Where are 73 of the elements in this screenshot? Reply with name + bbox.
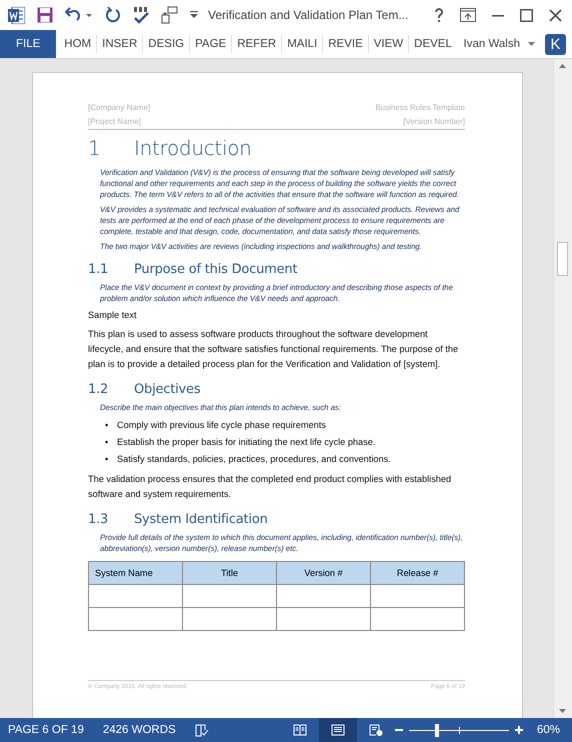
table-cell[interactable]: [276, 608, 370, 630]
header-field: Business Rules Template: [375, 101, 465, 115]
heading-text: Objectives: [134, 382, 200, 397]
ribbon-tab[interactable]: DEVEL: [408, 35, 457, 53]
zoom-level[interactable]: 60%: [536, 724, 560, 736]
proofing-book-icon[interactable]: [194, 724, 209, 736]
word-count[interactable]: 2426 WORDS: [102, 724, 176, 736]
ribbon-tab[interactable]: DESIG: [142, 35, 190, 53]
scrollbar[interactable]: [553, 59, 572, 718]
column-header: System Name: [88, 562, 182, 584]
redo-icon[interactable]: [105, 7, 121, 23]
window-title: Verification and Validation Plan Tem...: [208, 8, 410, 22]
heading-number: 1.2: [88, 382, 110, 397]
header-field: [Project Name]: [88, 115, 141, 129]
body-paragraph: Sample text: [88, 309, 138, 322]
zoom-out-icon[interactable]: [394, 726, 403, 734]
file-tab[interactable]: FILE: [0, 30, 56, 58]
ribbon-tab[interactable]: REFER: [231, 35, 282, 53]
touch-mode-icon[interactable]: [161, 6, 178, 24]
dropdown-caret-icon[interactable]: [528, 42, 535, 46]
table-cell[interactable]: [182, 608, 276, 630]
header-field: [Company Name]: [88, 101, 150, 115]
maximize-icon[interactable]: [520, 8, 533, 22]
column-header: Title: [182, 562, 276, 584]
customize-caret-icon[interactable]: [190, 11, 198, 19]
ribbon-tab[interactable]: HOM: [59, 35, 96, 53]
heading-number: 1.3: [88, 512, 110, 527]
user-avatar[interactable]: K: [545, 34, 566, 54]
view-button[interactable]: [318, 718, 357, 742]
bullet-item: Establish the proper basis for initiating the next life cycle phase.: [117, 436, 376, 448]
table-cell[interactable]: [88, 608, 182, 630]
bullet-item: Comply with previous life cycle phase requirements: [117, 419, 326, 431]
column-header: Version #: [276, 562, 370, 584]
bullet-marker: •: [105, 453, 110, 465]
heading-text: Purpose of this Document: [134, 262, 298, 277]
table-cell[interactable]: [370, 584, 464, 608]
read-mode-icon: [292, 724, 307, 736]
column-header: Release #: [370, 562, 464, 584]
scroll-down-icon[interactable]: [559, 709, 566, 713]
user-name[interactable]: Ivan Walsh: [458, 38, 520, 50]
table-cell[interactable]: [276, 584, 370, 608]
close-icon[interactable]: [549, 8, 562, 22]
web-layout-icon: [368, 724, 383, 736]
zoom-in-icon[interactable]: [514, 726, 523, 734]
zoom-thumb[interactable]: [434, 724, 439, 736]
table-cell[interactable]: [370, 608, 464, 630]
save-icon[interactable]: [37, 7, 53, 23]
ribbon-tab[interactable]: REVIE: [322, 35, 368, 53]
bullet-item: Satisfy standards, policies, practices, procedures, and conventions.: [117, 453, 391, 465]
ribbon-tab[interactable]: MAILI: [281, 35, 322, 53]
table-cell[interactable]: [88, 584, 182, 608]
word-logo-icon[interactable]: [8, 6, 25, 24]
scroll-up-icon[interactable]: [559, 64, 566, 68]
heading-number: 1.1: [88, 262, 110, 277]
bullet-marker: •: [105, 419, 110, 431]
body-paragraph: The validation process ensures that the completed end product complies with established software and system requirements.: [88, 473, 452, 501]
ribbon-tab[interactable]: PAGE: [189, 35, 232, 53]
help-icon[interactable]: [434, 8, 444, 22]
header-field: [Version Number]: [403, 115, 465, 129]
page-count[interactable]: PAGE 6 OF 19: [8, 724, 84, 736]
spelling-check-icon[interactable]: [133, 6, 149, 24]
ribbon-tab[interactable]: VIEW: [368, 35, 408, 53]
body-paragraph: This plan is used to assess software products throughout the software development lifecycle, and ensure that the software satisfies functional requirements. The purpose of the plan is to provide a detailed process plan for the Verification and Validation of [system].: [88, 328, 460, 371]
scroll-thumb[interactable]: [557, 242, 568, 276]
heading-text: System Identification: [134, 512, 268, 527]
heading-text: Introduction: [134, 136, 252, 160]
undo-icon[interactable]: [65, 7, 93, 23]
heading-number: 1: [88, 136, 102, 160]
print-layout-icon: [330, 724, 345, 736]
ribbon-options-icon[interactable]: [460, 8, 476, 22]
table-cell[interactable]: [182, 584, 276, 608]
bullet-marker: •: [105, 436, 110, 448]
ribbon-tab[interactable]: INSER: [96, 35, 142, 53]
